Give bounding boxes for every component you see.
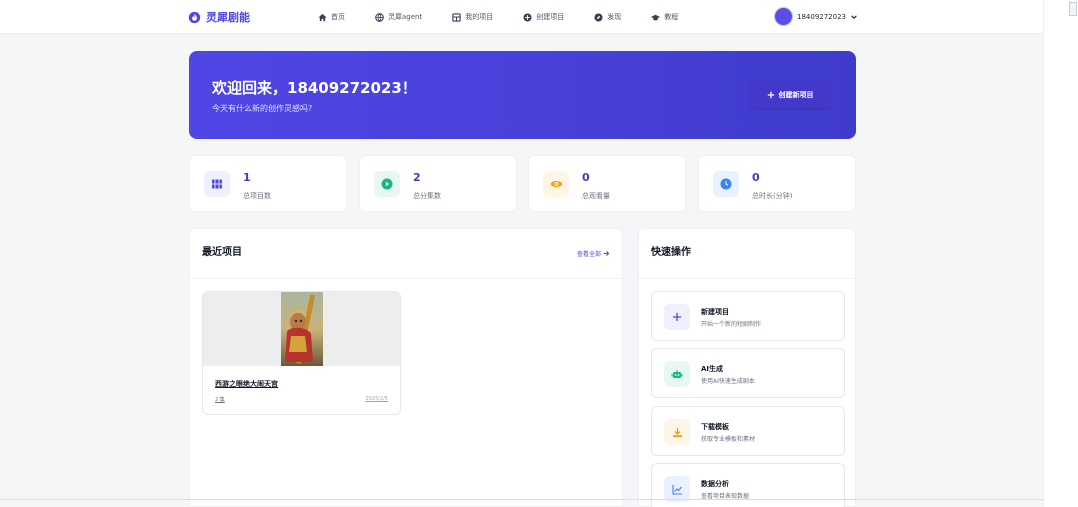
stat-value: 1 [243, 171, 251, 184]
project-poster-image [281, 292, 323, 366]
stat-label: 总项目数 [243, 192, 271, 200]
stat-card-episodes: 2 总分集数 [359, 155, 517, 212]
nav-label: 发现 [607, 13, 622, 21]
chart-line-icon [671, 484, 682, 495]
stat-label: 总观看量 [582, 192, 610, 200]
stat-card-views: 0 总观看量 [528, 155, 686, 212]
welcome-banner: 欢迎回来，18409272023！ 今天有什么新的创作灵感吗? 创建新项目 [189, 51, 856, 139]
quick-actions-title: 快速操作 [651, 247, 691, 258]
user-name: 18409272023 [797, 12, 846, 21]
graduation-cap-icon [651, 14, 661, 20]
create-project-button[interactable]: 创建新项目 [750, 82, 830, 108]
chevron-down-icon [851, 14, 857, 19]
plus-icon [767, 91, 774, 99]
quick-action-name: 新建项目 [701, 308, 729, 316]
brand-logo[interactable]: 灵犀剧能 [188, 9, 250, 25]
quick-action-data-analysis[interactable]: 数据分析 查看项目表现数据 [651, 463, 845, 507]
nav-label: 创建项目 [536, 13, 565, 21]
stat-value: 0 [752, 171, 760, 184]
quick-action-name: AI生成 [701, 365, 724, 373]
quick-action-icon-box [664, 419, 690, 445]
nav-item-discover[interactable]: 发现 [594, 12, 621, 22]
nav-label: 教程 [664, 13, 679, 21]
quick-action-icon-box [664, 361, 690, 387]
user-menu[interactable]: 18409272023 [774, 7, 858, 26]
recent-projects-panel: 最近项目 查看全部 西游之眼绝大闹天宫 2 集 2025/2/5 [189, 228, 623, 507]
stat-icon-box [543, 171, 569, 197]
project-card[interactable]: 西游之眼绝大闹天宫 2 集 2025/2/5 [202, 291, 401, 415]
plus-icon [673, 313, 681, 321]
home-icon [318, 13, 327, 21]
stat-label: 总分集数 [413, 192, 441, 200]
compass-icon [594, 12, 603, 22]
eye-icon [550, 181, 562, 187]
download-icon [672, 427, 682, 437]
stat-value: 2 [413, 171, 421, 184]
stat-card-projects: 1 总项目数 [189, 155, 347, 212]
quick-action-desc: 开始一个新的短剧制作 [701, 321, 762, 328]
stat-icon-box [374, 171, 400, 197]
stat-icon-box [713, 171, 739, 197]
nav-label: 灵犀agent [388, 13, 423, 21]
nav-item-tutorial[interactable]: 教程 [651, 12, 678, 22]
welcome-title: 欢迎回来，18409272023！ [212, 79, 417, 97]
clock-icon [720, 178, 732, 190]
scrollbar[interactable] [1043, 0, 1078, 507]
stat-label: 总时长(分钟) [752, 192, 793, 200]
nav-item-my-projects[interactable]: 我的项目 [452, 12, 493, 22]
stat-card-duration: 0 总时长(分钟) [698, 155, 856, 212]
plus-circle-icon [523, 12, 532, 22]
film-icon [212, 179, 222, 189]
nav-item-create-project[interactable]: 创建项目 [523, 12, 564, 22]
quick-action-icon-box [664, 304, 690, 330]
project-thumbnail[interactable] [203, 292, 400, 366]
project-episodes: 2 集 [215, 397, 225, 403]
top-navbar: 灵犀剧能 首页 灵犀agent 我的项目 创建项目 发现 教程 18409272… [0, 0, 1043, 34]
divider [190, 278, 622, 279]
scrollbar-thumb[interactable] [1069, 2, 1077, 16]
project-name[interactable]: 西游之眼绝大闹天宫 [215, 379, 278, 389]
quick-action-desc: 使用AI快速生成剧本 [701, 378, 755, 385]
stat-icon-box [204, 171, 230, 197]
play-icon [381, 178, 393, 190]
viewport-bottom-border [0, 499, 1043, 500]
brand-name: 灵犀剧能 [206, 11, 250, 24]
stat-value: 0 [582, 171, 590, 184]
nav-label: 首页 [331, 13, 345, 21]
globe-icon [375, 12, 384, 22]
grid-icon [452, 12, 461, 22]
view-all-link[interactable]: 查看全部 [577, 249, 610, 258]
nav-item-agent[interactable]: 灵犀agent [375, 12, 422, 22]
view-all-label: 查看全部 [577, 251, 602, 258]
quick-actions-panel: 快速操作 新建项目 开始一个新的短剧制作 AI生成 使用AI快速生成剧本 下载模… [638, 228, 856, 507]
quick-action-download-template[interactable]: 下载模板 获取专业模板和素材 [651, 406, 845, 456]
robot-icon [671, 369, 683, 378]
create-project-label: 创建新项目 [778, 91, 814, 99]
quick-action-desc: 获取专业模板和素材 [701, 436, 756, 443]
main-nav: 首页 灵犀agent 我的项目 创建项目 发现 教程 [318, 0, 708, 34]
quick-action-ai-generate[interactable]: AI生成 使用AI快速生成剧本 [651, 348, 845, 398]
flame-icon [188, 11, 201, 23]
welcome-subtitle: 今天有什么新的创作灵感吗? [212, 104, 313, 113]
quick-action-name: 数据分析 [701, 480, 729, 488]
nav-label: 我的项目 [465, 13, 494, 21]
nav-item-home[interactable]: 首页 [318, 12, 345, 22]
divider [639, 278, 855, 279]
arrow-right-icon [603, 251, 610, 256]
quick-action-new-project[interactable]: 新建项目 开始一个新的短剧制作 [651, 291, 845, 341]
quick-action-name: 下载模板 [701, 423, 729, 431]
avatar[interactable] [774, 7, 793, 26]
recent-projects-title: 最近项目 [202, 247, 242, 258]
project-date: 2025/2/5 [365, 396, 388, 402]
